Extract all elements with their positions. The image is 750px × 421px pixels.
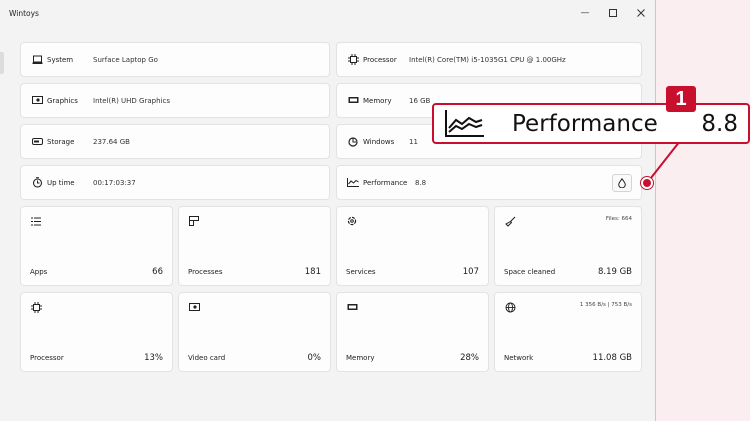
- storage-label: Storage: [47, 137, 75, 146]
- close-button[interactable]: [627, 0, 655, 26]
- processor-usage-label: Processor: [30, 354, 64, 362]
- apps-tile[interactable]: Apps 66: [20, 206, 173, 286]
- memory-usage-label: Memory: [346, 354, 375, 362]
- memory-icon: [346, 94, 360, 108]
- cpu-icon: [30, 301, 42, 313]
- system-card: System Surface Laptop Go: [20, 42, 330, 77]
- performance-value: 8.8: [415, 178, 427, 187]
- globe-icon: [504, 301, 516, 313]
- storage-card: Storage 237.64 GB: [20, 124, 330, 159]
- services-value: 107: [462, 267, 479, 277]
- windows-icon: [346, 135, 360, 149]
- app-window: Wintoys — System Surface Laptop Go Proce…: [0, 0, 656, 421]
- performance-chart-icon: [346, 176, 360, 190]
- graphics-card: Graphics Intel(R) UHD Graphics: [20, 83, 330, 118]
- video-card-tile[interactable]: Video card 0%: [178, 292, 331, 372]
- files-count: Files: 664: [605, 216, 632, 222]
- windows-value: 11: [409, 137, 418, 146]
- apps-value: 66: [152, 267, 163, 277]
- network-tile[interactable]: 1 356 B/s | 753 B/s Network 11.08 GB: [494, 292, 642, 372]
- laptop-icon: [30, 53, 44, 67]
- space-cleaned-tile[interactable]: Files: 664 Space cleaned 8.19 GB: [494, 206, 642, 286]
- space-cleaned-label: Space cleaned: [504, 268, 556, 276]
- network-value: 11.08 GB: [592, 353, 632, 363]
- video-card-label: Video card: [188, 354, 226, 362]
- uptime-value: 00:17:03:37: [93, 178, 136, 187]
- cpu-icon: [346, 53, 360, 67]
- boost-button[interactable]: [612, 174, 632, 192]
- processes-icon: [188, 215, 200, 227]
- uptime-label: Up time: [47, 178, 75, 187]
- minimize-button[interactable]: —: [571, 0, 599, 26]
- system-value: Surface Laptop Go: [93, 55, 158, 64]
- graphics-value: Intel(R) UHD Graphics: [93, 96, 170, 105]
- memory-usage-value: 28%: [460, 353, 479, 363]
- maximize-button[interactable]: [599, 0, 627, 26]
- flame-icon: [618, 178, 626, 188]
- space-cleaned-value: 8.19 GB: [597, 267, 632, 277]
- memory-usage-tile[interactable]: Memory 28%: [336, 292, 489, 372]
- processes-label: Processes: [188, 268, 223, 276]
- window-title: Wintoys: [9, 8, 39, 18]
- windows-label: Windows: [363, 137, 395, 146]
- title-bar: Wintoys —: [0, 0, 655, 26]
- sidebar-handle[interactable]: [0, 52, 4, 74]
- graphics-label: Graphics: [47, 96, 78, 105]
- processes-tile[interactable]: Processes 181: [178, 206, 331, 286]
- drive-icon: [30, 135, 44, 149]
- performance-callout: Performance 8.8: [432, 103, 750, 144]
- network-label: Network: [504, 354, 534, 362]
- callout-value: 8.8: [701, 110, 738, 137]
- network-speed: 1 356 B/s | 753 B/s: [579, 302, 632, 308]
- performance-chart-icon: [445, 109, 484, 137]
- apps-list-icon: [30, 215, 42, 227]
- graphics-card-icon: [188, 301, 200, 313]
- apps-label: Apps: [30, 268, 48, 276]
- processor-usage-value: 13%: [144, 353, 163, 363]
- memory-icon: [346, 301, 358, 313]
- performance-label: Performance: [363, 178, 408, 187]
- gear-icon: [346, 215, 358, 227]
- performance-card: Performance 8.8: [336, 165, 642, 200]
- annotation-dot: [641, 177, 653, 189]
- services-label: Services: [346, 268, 376, 276]
- callout-label: Performance: [512, 110, 658, 137]
- graphics-card-icon: [30, 94, 44, 108]
- processor-card: Processor Intel(R) Core(TM) i5-1035G1 CP…: [336, 42, 642, 77]
- stopwatch-icon: [30, 176, 44, 190]
- storage-value: 237.64 GB: [93, 137, 130, 146]
- processor-usage-tile[interactable]: Processor 13%: [20, 292, 173, 372]
- system-label: System: [47, 55, 74, 64]
- processor-value: Intel(R) Core(TM) i5-1035G1 CPU @ 1.00GH…: [409, 55, 566, 64]
- services-tile[interactable]: Services 107: [336, 206, 489, 286]
- annotation-badge: 1: [666, 86, 696, 112]
- video-card-value: 0%: [307, 353, 322, 363]
- broom-icon: [504, 215, 516, 227]
- memory-value: 16 GB: [409, 96, 431, 105]
- memory-label: Memory: [363, 96, 392, 105]
- uptime-card: Up time 00:17:03:37: [20, 165, 330, 200]
- maximize-icon: [609, 9, 617, 17]
- processes-value: 181: [304, 267, 321, 277]
- processor-label: Processor: [363, 55, 397, 64]
- close-icon: [637, 9, 645, 17]
